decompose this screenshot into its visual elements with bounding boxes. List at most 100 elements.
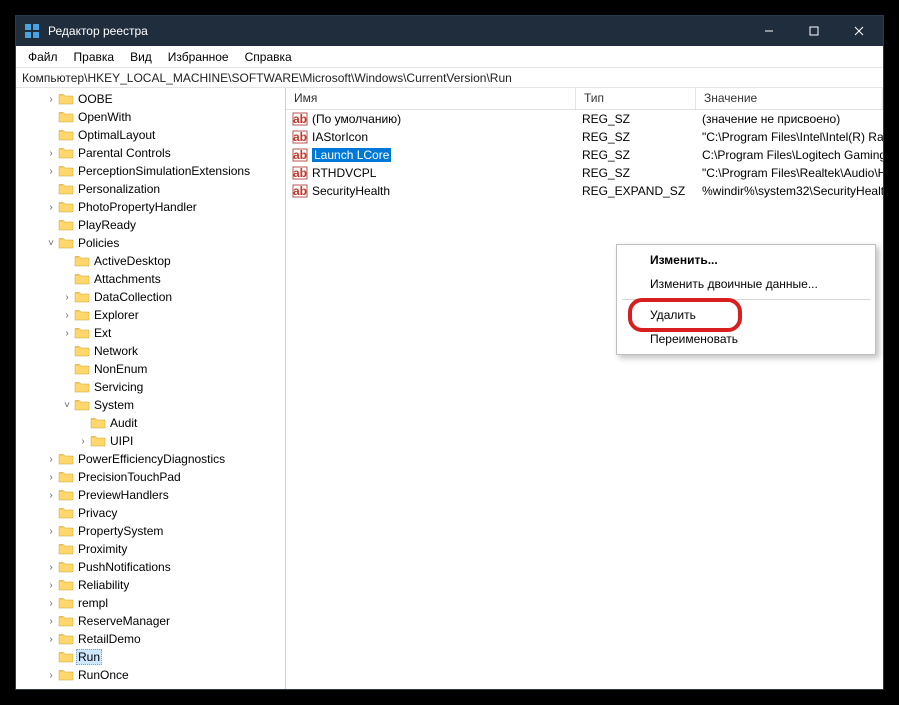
menu-file[interactable]: Файл xyxy=(20,48,66,66)
tree-item-label: PowerEfficiencyDiagnostics xyxy=(76,452,227,466)
tree-item[interactable]: ›RetailDemo xyxy=(20,630,285,648)
tree-item[interactable]: ›rempl xyxy=(20,594,285,612)
tree-item[interactable]: › DataCollection xyxy=(20,288,285,306)
tree-item[interactable]: ›PropertySystem xyxy=(20,522,285,540)
tree-item[interactable]: ›RunOnce xyxy=(20,666,285,684)
app-icon xyxy=(24,23,40,39)
menu-edit[interactable]: Правка xyxy=(66,48,123,66)
ctx-modify-binary[interactable]: Изменить двоичные данные... xyxy=(620,272,872,296)
ctx-rename[interactable]: Переименовать xyxy=(620,327,872,351)
maximize-button[interactable] xyxy=(791,16,836,46)
tree-item[interactable]: ›PerceptionSimulationExtensions xyxy=(20,162,285,180)
tree-item[interactable]: ˅System xyxy=(20,396,285,414)
tree-item[interactable]: ›OOBE xyxy=(20,90,285,108)
expand-icon[interactable]: ˅ xyxy=(60,400,74,411)
folder-icon xyxy=(74,254,90,268)
expand-icon[interactable]: › xyxy=(44,454,58,465)
tree-item[interactable]: OptimalLayout xyxy=(20,126,285,144)
value-row[interactable]: abIAStorIconREG_SZ"C:\Program Files\Inte… xyxy=(286,128,883,146)
folder-icon xyxy=(58,632,74,646)
tree-item[interactable]: ›ReserveManager xyxy=(20,612,285,630)
expand-icon[interactable]: › xyxy=(60,328,74,339)
expand-icon[interactable]: › xyxy=(44,148,58,159)
tree-item[interactable]: Proximity xyxy=(20,540,285,558)
tree-item[interactable]: ›PrecisionTouchPad xyxy=(20,468,285,486)
folder-icon xyxy=(58,506,74,520)
value-name: (По умолчанию) xyxy=(312,112,401,126)
menu-view[interactable]: Вид xyxy=(122,48,160,66)
tree-item-label: PhotoPropertyHandler xyxy=(76,200,199,214)
ctx-separator xyxy=(622,299,870,300)
tree-item[interactable]: Servicing xyxy=(20,378,285,396)
value-row[interactable]: abRTHDVCPLREG_SZ"C:\Program Files\Realte… xyxy=(286,164,883,182)
col-type[interactable]: Тип xyxy=(576,88,696,109)
expand-icon[interactable]: › xyxy=(44,616,58,627)
expand-icon[interactable]: › xyxy=(76,436,90,447)
tree-item[interactable]: Network xyxy=(20,342,285,360)
expand-icon[interactable]: › xyxy=(60,292,74,303)
address-bar[interactable]: Компьютер\HKEY_LOCAL_MACHINE\SOFTWARE\Mi… xyxy=(16,68,883,88)
ctx-modify[interactable]: Изменить... xyxy=(620,248,872,272)
close-button[interactable] xyxy=(836,16,881,46)
tree-item[interactable]: ›UIPI xyxy=(20,432,285,450)
expand-icon[interactable]: › xyxy=(44,670,58,681)
menubar: Файл Правка Вид Избранное Справка xyxy=(16,46,883,68)
value-list[interactable]: Имя Тип Значение ab(По умолчанию)REG_SZ(… xyxy=(286,88,883,689)
value-row[interactable]: ab(По умолчанию)REG_SZ(значение не присв… xyxy=(286,110,883,128)
tree-item[interactable]: ActiveDesktop xyxy=(20,252,285,270)
tree-item[interactable]: Audit xyxy=(20,414,285,432)
menu-help[interactable]: Справка xyxy=(237,48,300,66)
value-data: %windir%\system32\SecurityHealthS xyxy=(696,184,883,198)
expand-icon[interactable]: › xyxy=(44,598,58,609)
expand-icon[interactable]: › xyxy=(60,310,74,321)
value-row[interactable]: abSecurityHealthREG_EXPAND_SZ%windir%\sy… xyxy=(286,182,883,200)
tree-item[interactable]: PlayReady xyxy=(20,216,285,234)
menu-favorites[interactable]: Избранное xyxy=(160,48,237,66)
value-type: REG_SZ xyxy=(576,130,696,144)
folder-icon xyxy=(74,290,90,304)
expand-icon[interactable]: › xyxy=(44,166,58,177)
tree-item[interactable]: ›PushNotifications xyxy=(20,558,285,576)
expand-icon[interactable]: › xyxy=(44,526,58,537)
tree-item-label: DataCollection xyxy=(92,290,174,304)
expand-icon[interactable]: › xyxy=(44,94,58,105)
expand-icon[interactable]: › xyxy=(44,562,58,573)
value-type: REG_SZ xyxy=(576,112,696,126)
tree-item-label: Reliability xyxy=(76,578,131,592)
minimize-button[interactable] xyxy=(746,16,791,46)
expand-icon[interactable]: › xyxy=(44,580,58,591)
col-value[interactable]: Значение xyxy=(696,88,883,109)
tree-item[interactable]: ›Ext xyxy=(20,324,285,342)
tree-item[interactable]: ›Parental Controls xyxy=(20,144,285,162)
expand-icon[interactable]: ˅ xyxy=(44,238,58,249)
expand-icon[interactable]: › xyxy=(44,490,58,501)
col-name[interactable]: Имя xyxy=(286,88,576,109)
tree-item[interactable]: › PhotoPropertyHandler xyxy=(20,198,285,216)
tree-item[interactable]: ›Explorer xyxy=(20,306,285,324)
folder-icon xyxy=(58,164,74,178)
string-value-icon: ab xyxy=(292,165,308,181)
tree-item[interactable]: Personalization xyxy=(20,180,285,198)
folder-icon xyxy=(58,596,74,610)
tree-item[interactable]: Privacy xyxy=(20,504,285,522)
expand-icon[interactable]: › xyxy=(44,472,58,483)
folder-icon xyxy=(58,110,74,124)
tree-item[interactable]: Attachments xyxy=(20,270,285,288)
tree-item[interactable]: ˅Policies xyxy=(20,234,285,252)
tree-item-label: Proximity xyxy=(76,542,129,556)
key-tree[interactable]: ›OOBEOpenWithOptimalLayout›Parental Cont… xyxy=(16,88,286,689)
folder-icon xyxy=(58,668,74,682)
folder-icon xyxy=(58,236,74,250)
value-data: C:\Program Files\Logitech Gaming S xyxy=(696,148,883,162)
expand-icon[interactable]: › xyxy=(44,202,58,213)
value-row[interactable]: abLaunch LCoreREG_SZC:\Program Files\Log… xyxy=(286,146,883,164)
tree-item[interactable]: ›PreviewHandlers xyxy=(20,486,285,504)
expand-icon[interactable]: › xyxy=(44,634,58,645)
tree-item[interactable]: › Reliability xyxy=(20,576,285,594)
folder-icon xyxy=(74,326,90,340)
tree-item[interactable]: › PowerEfficiencyDiagnostics xyxy=(20,450,285,468)
tree-item[interactable]: Run xyxy=(20,648,285,666)
tree-item[interactable]: OpenWith xyxy=(20,108,285,126)
tree-item[interactable]: NonEnum xyxy=(20,360,285,378)
ctx-delete[interactable]: Удалить xyxy=(620,303,872,327)
